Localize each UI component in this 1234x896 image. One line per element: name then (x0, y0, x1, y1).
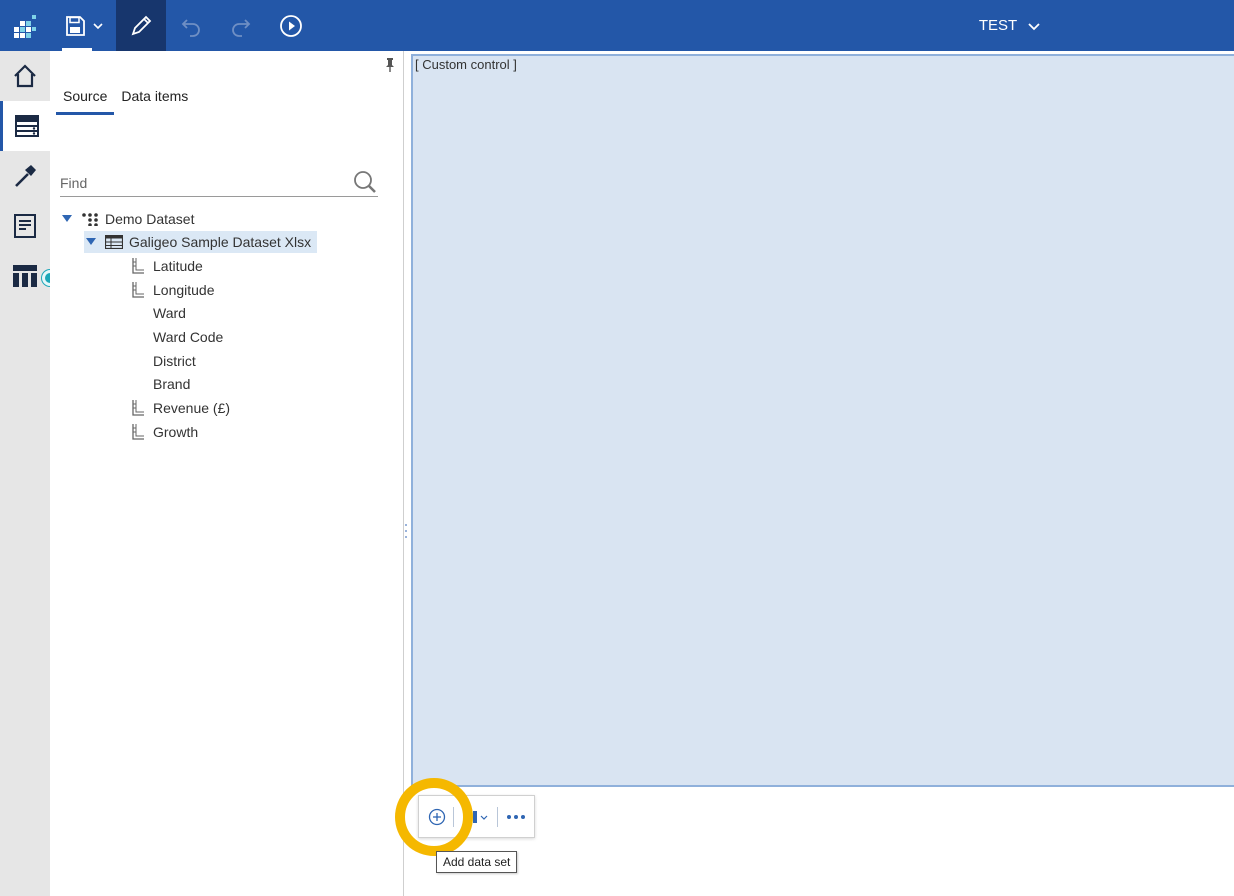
page-icon (14, 214, 36, 238)
run-button[interactable] (266, 0, 316, 51)
package-icon (80, 212, 100, 226)
measure-ruler-icon (128, 257, 148, 275)
tree-item-label: Ward Code (153, 329, 224, 345)
undo-button[interactable] (166, 0, 216, 51)
table-icon (13, 265, 37, 287)
tab-source[interactable]: Source (56, 87, 115, 115)
tree-item-brand[interactable]: Brand (153, 373, 190, 395)
panel-tabs: Source Data items (56, 87, 195, 115)
pin-icon (386, 58, 394, 72)
edit-mode-button[interactable] (116, 0, 166, 51)
tree-item-longitude[interactable]: Longitude (128, 279, 215, 301)
tree-item-latitude[interactable]: Latitude (128, 255, 203, 277)
app-logo-icon[interactable] (0, 0, 50, 51)
tree-item-revenue[interactable]: Revenue (£) (128, 397, 230, 419)
top-toolbar: TEST (0, 0, 1234, 51)
chevron-down-icon (1028, 22, 1040, 30)
tree-item-ward-code[interactable]: Ward Code (153, 326, 223, 348)
hammer-icon (15, 165, 36, 187)
expand-caret-icon[interactable] (84, 238, 98, 246)
tree-item-label: Latitude (153, 258, 203, 274)
pin-button[interactable] (383, 57, 397, 78)
more-horizontal-icon (507, 814, 526, 819)
redo-icon (232, 18, 251, 37)
expand-caret-icon[interactable] (60, 215, 74, 223)
nav-data-sources[interactable] (0, 101, 50, 151)
custom-control-widget[interactable]: [ Custom control ] (411, 54, 1234, 787)
tree-node-label: Demo Dataset (105, 211, 195, 227)
tree-item-label: Brand (153, 376, 191, 392)
undo-icon (181, 18, 200, 37)
more-options-button[interactable] (498, 795, 534, 838)
data-panel: Source Data items Demo Dataset (50, 51, 404, 896)
tree-item-ward[interactable]: Ward (153, 302, 186, 324)
tree-item-label: Longitude (153, 282, 215, 298)
tree-item-label: Ward (153, 305, 186, 321)
tree-node-dataset[interactable]: Galigeo Sample Dataset Xlsx (84, 231, 318, 253)
data-source-icon (14, 115, 39, 137)
tree-item-label: District (153, 353, 196, 369)
report-canvas: [ Custom control ] (404, 51, 1234, 896)
search-icon[interactable] (352, 170, 378, 196)
nav-home[interactable] (0, 51, 50, 101)
search-input[interactable] (60, 174, 330, 191)
tree-node-label: Galigeo Sample Dataset Xlsx (129, 234, 312, 250)
measure-ruler-icon (128, 399, 148, 417)
highlight-ring (395, 778, 473, 856)
save-button[interactable] (52, 0, 116, 51)
add-data-set-tooltip: Add data set (436, 851, 518, 873)
search-box (60, 169, 378, 197)
redo-button[interactable] (216, 0, 266, 51)
tab-data-items[interactable]: Data items (114, 87, 195, 115)
nav-toolbox[interactable] (0, 151, 50, 201)
home-icon (14, 64, 36, 88)
panel-resize-handle[interactable] (404, 521, 408, 541)
play-circle-icon (280, 14, 302, 37)
table-sheet-icon (104, 235, 124, 249)
report-title-menu[interactable]: TEST (960, 0, 1060, 51)
custom-control-label: [ Custom control ] (415, 57, 517, 72)
tree-node-demo-dataset[interactable]: Demo Dataset (60, 208, 194, 230)
measure-ruler-icon (128, 281, 148, 299)
chevron-down-icon (93, 22, 103, 29)
nav-pages[interactable] (0, 201, 50, 251)
nav-rail (0, 51, 58, 896)
report-title: TEST (978, 17, 1018, 34)
tree-item-growth[interactable]: Growth (128, 421, 198, 443)
pencil-icon (131, 15, 152, 35)
measure-ruler-icon (128, 423, 148, 441)
tree-item-label: Growth (153, 424, 199, 440)
tree-item-label: Revenue (£) (153, 400, 231, 416)
tree-item-district[interactable]: District (153, 350, 196, 372)
save-icon (66, 15, 85, 36)
